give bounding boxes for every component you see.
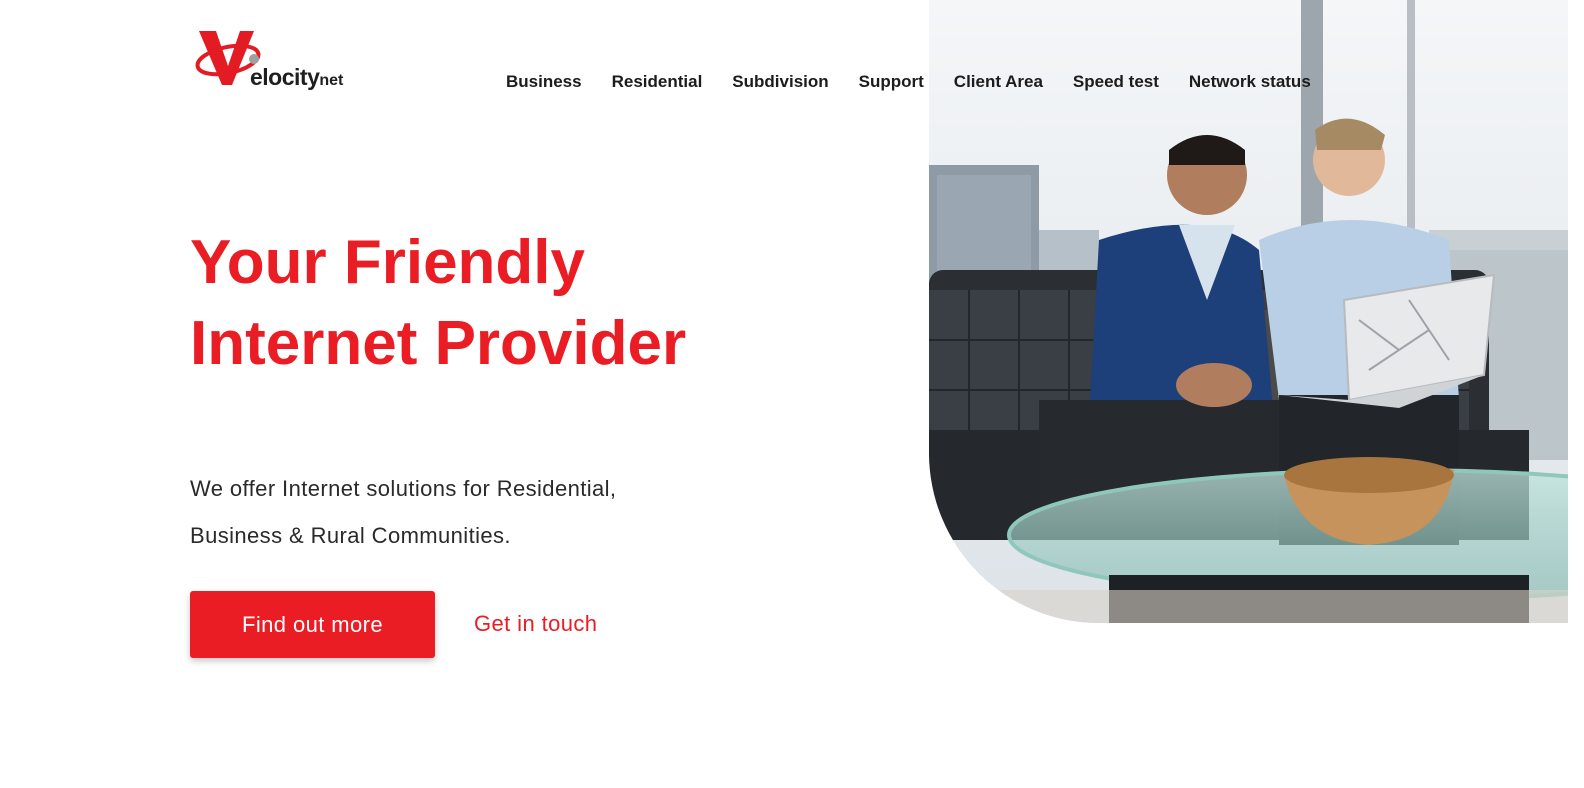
headline-line-1: Your Friendly xyxy=(190,228,586,297)
logo-wordmark: elocitynet xyxy=(250,64,344,90)
nav-item-residential[interactable]: Residential xyxy=(612,72,703,92)
nav-item-business[interactable]: Business xyxy=(506,72,582,92)
main-nav: Business Residential Subdivision Support… xyxy=(506,72,1311,92)
nav-item-network-status[interactable]: Network status xyxy=(1189,72,1311,92)
velocitynet-logo[interactable]: elocitynet xyxy=(194,28,364,90)
description-line-1: We offer Internet solutions for Resident… xyxy=(190,476,617,501)
get-in-touch-link[interactable]: Get in touch xyxy=(474,606,597,642)
nav-item-client-area[interactable]: Client Area xyxy=(954,72,1043,92)
find-out-more-button[interactable]: Find out more xyxy=(190,591,435,658)
nav-item-subdivision[interactable]: Subdivision xyxy=(732,72,828,92)
headline-line-2: Internet Provider xyxy=(190,309,687,378)
page: elocitynet Business Residential Subdivis… xyxy=(0,0,1584,788)
hero-description: We offer Internet solutions for Resident… xyxy=(190,465,750,559)
hero-photo xyxy=(929,0,1568,623)
nav-item-support[interactable]: Support xyxy=(859,72,924,92)
description-line-2: Business & Rural Communities. xyxy=(190,523,511,548)
nav-item-speed-test[interactable]: Speed test xyxy=(1073,72,1159,92)
hero-headline: Your Friendly Internet Provider xyxy=(190,222,830,384)
two-men-laptop-photo xyxy=(929,0,1568,623)
